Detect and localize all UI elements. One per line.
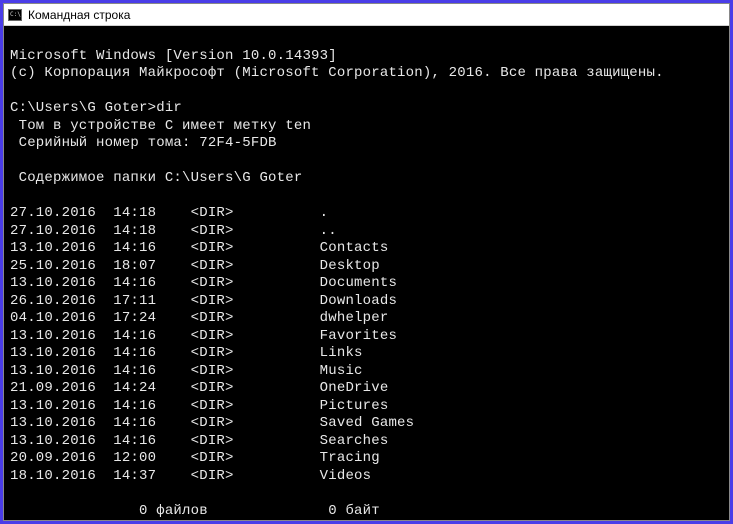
dir-entry: 13.10.2016 14:16 <DIR> Pictures (10, 398, 388, 414)
prompt-command: dir (156, 100, 182, 116)
window-title: Командная строка (28, 8, 130, 22)
dir-entry: 13.10.2016 14:16 <DIR> Favorites (10, 328, 397, 344)
summary-files: 0 файлов 0 байт (10, 503, 380, 519)
terminal-area[interactable]: Microsoft Windows [Version 10.0.14393] (… (4, 26, 729, 520)
dir-entry: 13.10.2016 14:16 <DIR> Links (10, 345, 363, 361)
dir-entry: 04.10.2016 17:24 <DIR> dwhelper (10, 310, 388, 326)
dir-entry: 18.10.2016 14:37 <DIR> Videos (10, 468, 371, 484)
dir-entry: 20.09.2016 12:00 <DIR> Tracing (10, 450, 380, 466)
blank-line (10, 153, 19, 169)
dir-entry: 27.10.2016 14:18 <DIR> . (10, 205, 328, 221)
dir-entry: 21.09.2016 14:24 <DIR> OneDrive (10, 380, 388, 396)
dir-entry: 25.10.2016 18:07 <DIR> Desktop (10, 258, 380, 274)
dir-entry: 26.10.2016 17:11 <DIR> Downloads (10, 293, 397, 309)
dir-entry: 13.10.2016 14:16 <DIR> Contacts (10, 240, 388, 256)
version-line: Microsoft Windows [Version 10.0.14393] (10, 48, 337, 64)
dir-entries: 27.10.2016 14:18 <DIR> . 27.10.2016 14:1… (10, 205, 414, 484)
dir-entry: 13.10.2016 14:16 <DIR> Saved Games (10, 415, 414, 431)
cmd-window: Командная строка Microsoft Windows [Vers… (3, 3, 730, 521)
blank-line (10, 83, 19, 99)
blank-line (10, 188, 19, 204)
cmd-icon (8, 9, 22, 21)
dir-entry: 13.10.2016 14:16 <DIR> Searches (10, 433, 388, 449)
titlebar[interactable]: Командная строка (4, 4, 729, 26)
prompt-line: C:\Users\G Goter>dir (10, 100, 182, 116)
dir-entry: 13.10.2016 14:16 <DIR> Documents (10, 275, 397, 291)
dir-entry: 13.10.2016 14:16 <DIR> Music (10, 363, 363, 379)
copyright-line: (c) Корпорация Майкрософт (Microsoft Cor… (10, 65, 664, 81)
volume-line: Том в устройстве C имеет метку ten (10, 118, 311, 134)
dir-entry: 27.10.2016 14:18 <DIR> .. (10, 223, 337, 239)
dir-header: Содержимое папки C:\Users\G Goter (10, 170, 302, 186)
prompt-path: C:\Users\G Goter> (10, 100, 156, 116)
serial-line: Серийный номер тома: 72F4-5FDB (10, 135, 277, 151)
